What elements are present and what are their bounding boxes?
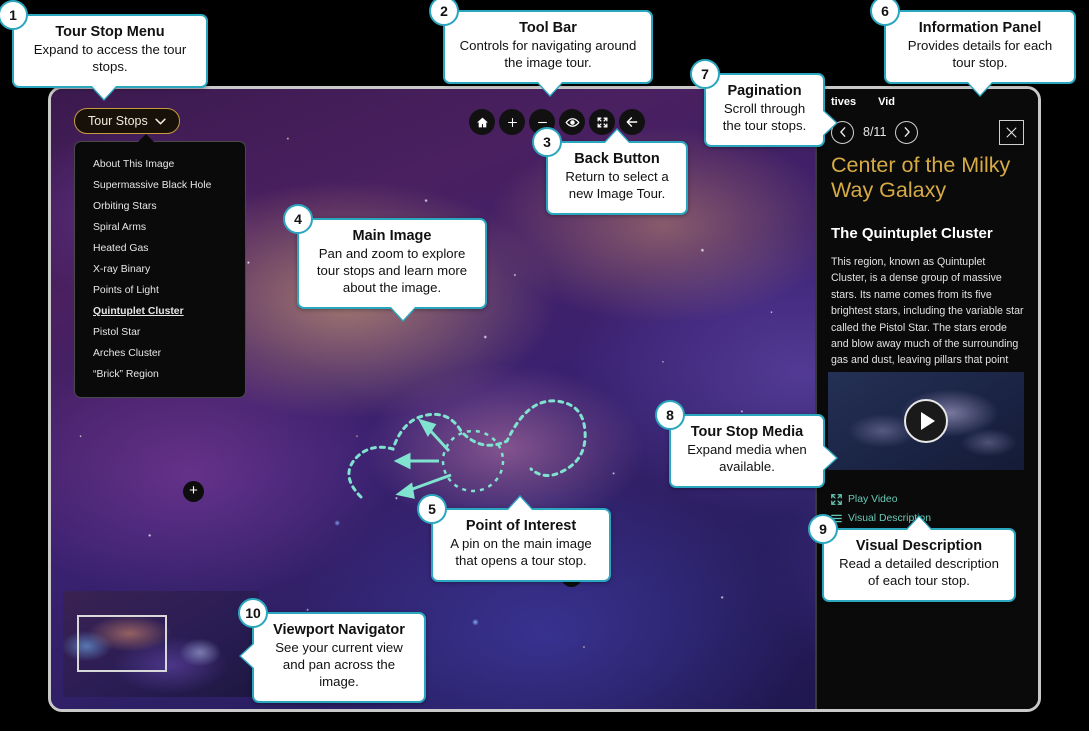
- callout-text: Expand to access the tour stops.: [33, 42, 187, 74]
- tour-stops-button[interactable]: Tour Stops: [74, 108, 180, 134]
- tour-stop-item[interactable]: “Brick” Region: [75, 364, 245, 385]
- callout-number: 9: [808, 514, 838, 544]
- tour-stop-item[interactable]: Orbiting Stars: [75, 196, 245, 217]
- callout-title: Pagination: [727, 83, 802, 99]
- callout-title: Viewport Navigator: [273, 622, 405, 638]
- callout-information-panel: 6 Information Panel Provides details for…: [870, 0, 1076, 95]
- callout-text: A pin on the main image that opens a tou…: [450, 536, 592, 568]
- tour-stop-item[interactable]: Supermassive Black Hole: [75, 175, 245, 196]
- play-video-link[interactable]: Play Video: [831, 494, 898, 505]
- callout-text: Return to select a new Image Tour.: [565, 169, 669, 201]
- tab-video[interactable]: Vid: [878, 96, 895, 108]
- callout-title: Tool Bar: [519, 20, 577, 36]
- callout-tail: [508, 497, 532, 510]
- image-tour-app: + +: [48, 86, 1041, 712]
- zoom-in-icon[interactable]: [499, 109, 525, 135]
- tour-stops-button-label: Tour Stops: [88, 114, 148, 128]
- tour-stop-item[interactable]: Heated Gas: [75, 238, 245, 259]
- eye-icon[interactable]: [559, 109, 585, 135]
- chevron-down-icon: [155, 118, 166, 125]
- callout-title: Point of Interest: [465, 518, 577, 534]
- callout-text: See your current view and pan across the…: [275, 640, 403, 689]
- tour-stop-item[interactable]: X-ray Binary: [75, 259, 245, 280]
- callout-viewport-navigator: 10 Viewport Navigator See your current v…: [238, 598, 426, 703]
- callout-title: Tour Stop Menu: [55, 24, 165, 40]
- tour-stop-media-thumbnail[interactable]: [828, 372, 1024, 470]
- callout-number: 6: [870, 0, 900, 26]
- callout-number: 3: [532, 127, 562, 157]
- tour-stops-menu[interactable]: About This Image Supermassive Black Hole…: [74, 134, 246, 398]
- panel-body-text: This region, known as Quintuplet Cluster…: [831, 256, 1024, 383]
- callout-text: Provides details for each tour stop.: [907, 38, 1053, 70]
- panel-subtitle: The Quintuplet Cluster: [831, 225, 993, 242]
- callout-number: 7: [690, 59, 720, 89]
- callout-tail: [823, 111, 836, 135]
- panel-tabs[interactable]: tives Vid: [817, 89, 1038, 115]
- home-icon[interactable]: [469, 109, 495, 135]
- tour-stop-item-active[interactable]: Quintuplet Cluster: [75, 301, 245, 322]
- callout-tour-stop-menu: 1 Tour Stop Menu Expand to access the to…: [0, 0, 208, 99]
- callout-title: Back Button: [574, 151, 660, 167]
- pagination-count: 8/11: [863, 125, 887, 139]
- information-panel: tives Vid 8/11 Center of the Milky Way G…: [815, 89, 1038, 709]
- tab-alternatives[interactable]: tives: [831, 96, 856, 108]
- callout-tail: [92, 85, 116, 99]
- callout-tail: [605, 130, 629, 143]
- callout-tail: [823, 446, 836, 470]
- callout-text: Controls for navigating around the image…: [459, 38, 637, 70]
- callout-text: Read a detailed description of each tour…: [839, 556, 999, 588]
- callout-tail: [538, 81, 562, 95]
- callout-title: Visual Description: [855, 538, 983, 554]
- viewport-navigator-rect[interactable]: [77, 615, 167, 672]
- callout-number: 8: [655, 400, 685, 430]
- tour-stop-item[interactable]: About This Image: [75, 154, 245, 175]
- poi-pin[interactable]: +: [183, 481, 204, 502]
- callout-tail: [391, 306, 415, 320]
- tour-stop-item[interactable]: Pistol Star: [75, 322, 245, 343]
- callout-text: Expand media when available.: [687, 442, 807, 474]
- callout-text: Scroll through the tour stops.: [722, 101, 807, 133]
- callout-tail: [907, 517, 931, 530]
- screenshot-root: + +: [0, 0, 1089, 731]
- tour-stop-item[interactable]: Spiral Arms: [75, 217, 245, 238]
- callout-text: Pan and zoom to explore tour stops and l…: [316, 246, 468, 295]
- chevron-right-icon[interactable]: [895, 120, 919, 144]
- callout-number: 1: [0, 0, 28, 30]
- tour-stop-item[interactable]: Points of Light: [75, 280, 245, 301]
- callout-number: 2: [429, 0, 459, 26]
- callout-tail: [241, 644, 254, 668]
- play-icon[interactable]: [904, 399, 948, 443]
- callout-pagination: 7 Pagination Scroll through the tour sto…: [690, 59, 836, 147]
- callout-title: Tour Stop Media: [690, 424, 804, 440]
- pagination[interactable]: 8/11: [831, 117, 1024, 147]
- callout-tour-stop-media: 8 Tour Stop Media Expand media when avai…: [655, 400, 836, 488]
- viewport-navigator[interactable]: [63, 591, 259, 697]
- callout-title: Information Panel: [918, 20, 1042, 36]
- close-icon[interactable]: [999, 119, 1024, 145]
- tour-stop-item[interactable]: Arches Cluster: [75, 343, 245, 364]
- callout-point-of-interest: 5 Point of Interest A pin on the main im…: [417, 494, 611, 582]
- callout-main-image: 4 Main Image Pan and zoom to explore tou…: [283, 204, 487, 320]
- callout-tail: [968, 81, 992, 95]
- panel-title: Center of the Milky Way Galaxy: [831, 153, 1011, 203]
- callout-back-button: 3 Back Button Return to select a new Ima…: [532, 127, 688, 215]
- expand-icon: [831, 494, 842, 505]
- callout-number: 10: [238, 598, 268, 628]
- callout-number: 5: [417, 494, 447, 524]
- callout-visual-description: 9 Visual Description Read a detailed des…: [808, 514, 1016, 602]
- play-video-label: Play Video: [848, 494, 898, 505]
- callout-tool-bar: 2 Tool Bar Controls for navigating aroun…: [429, 0, 653, 95]
- point-of-interest-region[interactable]: [331, 379, 611, 509]
- callout-title: Main Image: [352, 228, 432, 244]
- callout-number: 4: [283, 204, 313, 234]
